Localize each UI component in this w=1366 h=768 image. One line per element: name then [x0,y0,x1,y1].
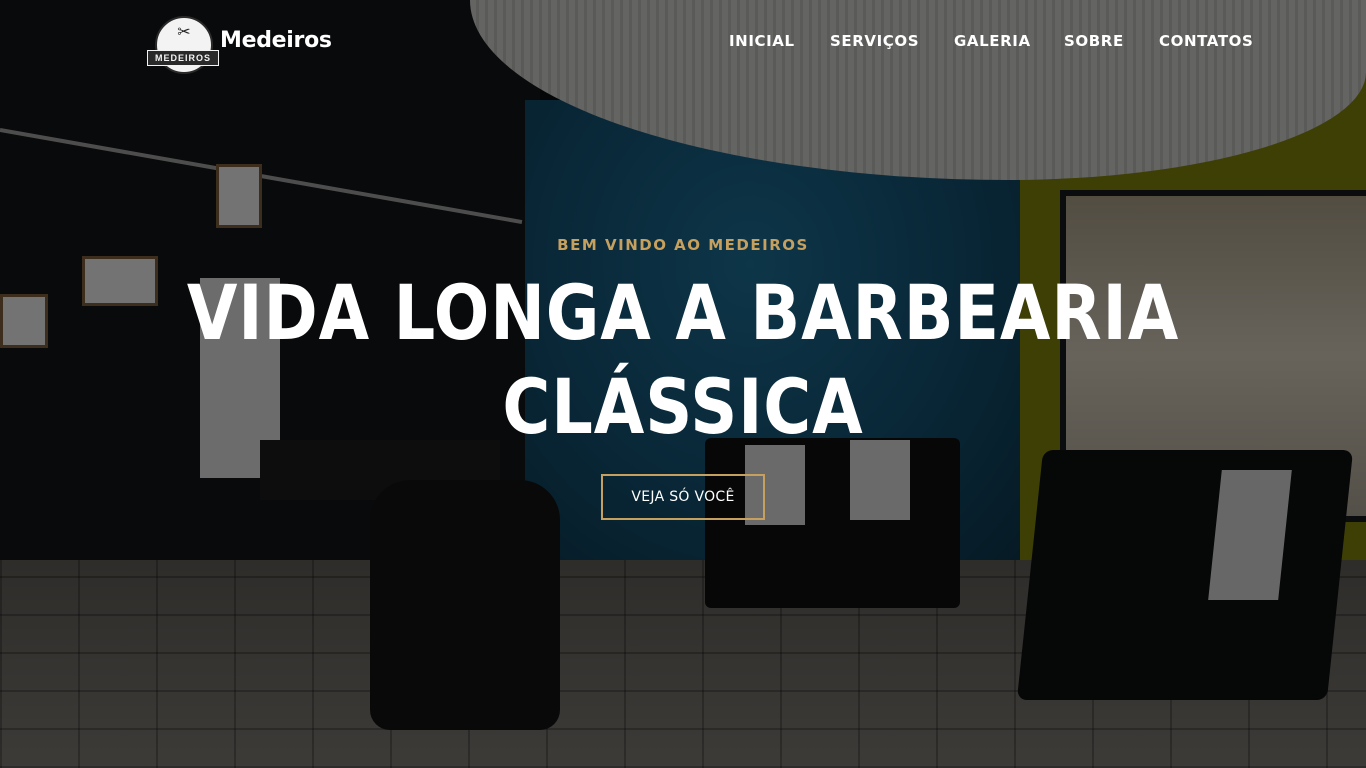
hero-eyebrow: BEM VINDO AO MEDEIROS [557,236,809,254]
cta-button[interactable]: VEJA SÓ VOCÊ [601,474,765,520]
nav-item-contatos[interactable]: CONTATOS [1159,32,1253,50]
nav-item-inicial[interactable]: INICIAL [729,32,795,50]
hero-headline-line2: CLÁSSICA [502,362,864,451]
nav-item-galeria[interactable]: GALERIA [954,32,1031,50]
hero-headline-line1: VIDA LONGA A BARBEARIA [186,268,1180,357]
site-header: ✂ MEDEIROS Medeiros INICIAL SERVIÇOS GAL… [0,0,1366,86]
nav-item-sobre[interactable]: SOBRE [1064,32,1124,50]
main-nav: INICIAL SERVIÇOS GALERIA SOBRE CONTATOS [0,32,1366,54]
nav-item-servicos[interactable]: SERVIÇOS [830,32,919,50]
hero-headline: VIDA LONGA A BARBEARIA CLÁSSICA [96,266,1271,454]
hero-section: ✂ MEDEIROS Medeiros INICIAL SERVIÇOS GAL… [0,0,1366,768]
